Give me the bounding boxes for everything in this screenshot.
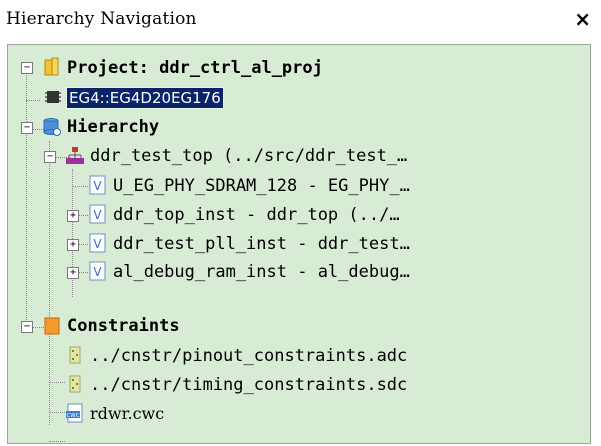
panel-title: Hierarchy Navigation	[6, 9, 197, 29]
tree-node-child[interactable]: V U_EG_PHY_SDRAM_128 - EG_PHY_…	[8, 175, 588, 202]
tree-node-child[interactable]: + V al_debug_ram_inst - al_debug…	[8, 261, 588, 288]
chip-icon	[45, 91, 61, 103]
tree-node-constraint-file[interactable]: ../cnstr/pinout_constraints.adc	[8, 345, 588, 372]
child-label: ddr_top_inst - ddr_top (../…	[113, 205, 400, 225]
tree-node-constraints[interactable]: − Constraints	[8, 315, 588, 342]
svg-text:V: V	[93, 179, 102, 193]
hierarchy-tree-panel[interactable]: − Project: ddr_ctrl_al_proj EG4::EG4D20E…	[7, 44, 591, 444]
tree-node-top-module[interactable]: − ddr_test_top (../src/ddr_test_…	[8, 145, 588, 172]
hierarchy-label: Hierarchy	[67, 117, 160, 137]
expand-toggle[interactable]: +	[67, 210, 79, 222]
collapse-toggle[interactable]: −	[21, 122, 33, 134]
cwc-file-icon: CWC	[66, 403, 83, 423]
svg-text:V: V	[93, 208, 102, 222]
tree-node-child[interactable]: + V ddr_test_pll_inst - ddr_test…	[8, 233, 588, 260]
top-module-label: ddr_test_top (../src/ddr_test_…	[90, 146, 408, 166]
device-label: EG4::EG4D20EG176	[66, 87, 224, 109]
collapse-toggle[interactable]: −	[21, 321, 33, 333]
tree-node-project[interactable]: − Project: ddr_ctrl_al_proj	[8, 57, 588, 85]
collapse-toggle[interactable]: −	[44, 151, 56, 163]
svg-text:V: V	[93, 265, 102, 279]
verilog-file-icon: V	[89, 175, 106, 195]
tree-node-hierarchy[interactable]: − Hierarchy	[8, 117, 588, 144]
child-label: al_debug_ram_inst - al_debug…	[113, 262, 410, 282]
file-label: rdwr.cwc	[90, 404, 165, 423]
folder-icon	[44, 57, 59, 76]
constraints-folder-icon	[44, 317, 60, 335]
child-label: U_EG_PHY_SDRAM_128 - EG_PHY_…	[113, 176, 410, 196]
tree-node-constraint-file[interactable]: ../cnstr/timing_constraints.sdc	[8, 374, 588, 401]
verilog-file-icon: V	[89, 261, 106, 281]
project-label: Project: ddr_ctrl_al_proj	[67, 58, 323, 78]
svg-text:CWC: CWC	[66, 413, 79, 419]
constraints-label: Constraints	[67, 316, 180, 336]
constraint-file-label: ../cnstr/pinout_constraints.adc	[90, 346, 408, 366]
constraint-file-icon	[69, 346, 81, 364]
constraint-file-icon	[69, 375, 81, 393]
module-tree-icon	[66, 147, 84, 164]
tree-node-child[interactable]: + V ddr_top_inst - ddr_top (../…	[8, 204, 588, 231]
verilog-file-icon: V	[89, 204, 106, 224]
panel-titlebar: Hierarchy Navigation ×	[0, 0, 601, 44]
svg-text:V: V	[93, 237, 102, 251]
collapse-toggle[interactable]: −	[21, 62, 33, 74]
tree-node-file[interactable]: CWC rdwr.cwc	[8, 403, 588, 430]
verilog-file-icon: V	[89, 233, 106, 253]
constraint-file-label: ../cnstr/timing_constraints.sdc	[90, 375, 408, 395]
expand-toggle[interactable]: +	[67, 267, 79, 279]
close-icon[interactable]: ×	[574, 7, 591, 31]
child-label: ddr_test_pll_inst - ddr_test…	[113, 234, 410, 254]
database-icon	[43, 118, 61, 136]
expand-toggle[interactable]: +	[67, 239, 79, 251]
tree-node-device[interactable]: EG4::EG4D20EG176	[8, 87, 588, 114]
